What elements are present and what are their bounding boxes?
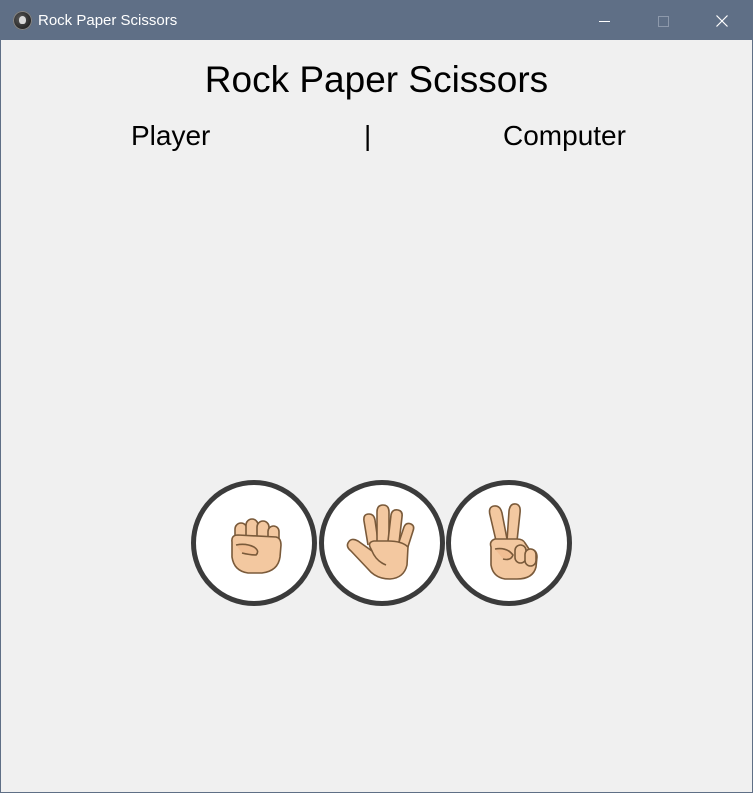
title-bar[interactable]: Rock Paper Scissors	[1, 1, 752, 40]
scissors-button[interactable]	[446, 480, 572, 606]
score-separator: |	[364, 120, 372, 151]
computer-label: Computer	[503, 120, 626, 151]
minimize-button[interactable]	[576, 1, 634, 40]
open-hand-icon	[346, 504, 415, 580]
victory-hand-icon	[488, 503, 538, 580]
fist-icon	[231, 518, 282, 574]
paper-button[interactable]	[319, 480, 445, 606]
maximize-button[interactable]	[634, 1, 692, 40]
game-title: Rock Paper Scissors	[204, 59, 549, 100]
rock-button[interactable]	[191, 480, 317, 606]
app-window: Rock Paper Scissors Rock Paper Scissors …	[0, 0, 753, 793]
close-button[interactable]	[693, 1, 751, 40]
close-icon	[716, 15, 728, 27]
player-label: Player	[131, 120, 211, 151]
app-icon	[13, 11, 32, 30]
window-title: Rock Paper Scissors	[38, 12, 178, 29]
